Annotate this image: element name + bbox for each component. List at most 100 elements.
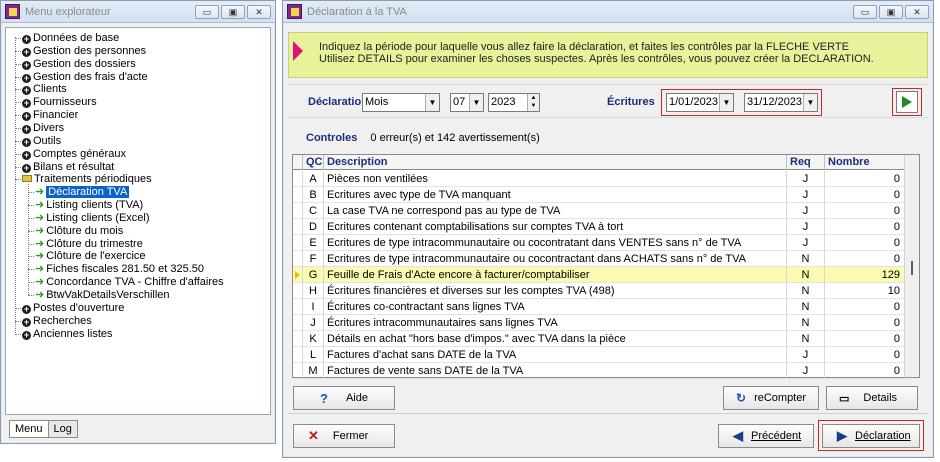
tree-item[interactable]: + Bilans et résultat bbox=[22, 161, 114, 174]
tree-item[interactable]: + Recherches bbox=[22, 315, 92, 328]
tree-item[interactable]: ➜ Clôture du mois bbox=[35, 225, 123, 238]
cell-desc: Ecritures de type intracommunautaire ou … bbox=[324, 235, 787, 251]
tree-item[interactable]: ➜ Fiches fiscales 281.50 et 325.50 bbox=[35, 263, 204, 276]
row-selector[interactable] bbox=[293, 315, 303, 331]
year-spinner[interactable]: 2023 ▲ ▼ bbox=[488, 93, 540, 112]
tree-item[interactable]: + Gestion des frais d'acte bbox=[22, 71, 148, 84]
tree-item[interactable]: + Fournisseurs bbox=[22, 96, 97, 109]
tab-menu[interactable]: Menu bbox=[9, 420, 49, 438]
maximize-button[interactable]: ▣ bbox=[879, 4, 903, 19]
table-row[interactable]: B Ecritures avec type de TVA manquant J 0 bbox=[293, 187, 905, 203]
row-selector[interactable] bbox=[293, 251, 303, 267]
tree-item[interactable]: ➜ Listing clients (Excel) bbox=[35, 212, 150, 225]
tree-item[interactable]: + Comptes généraux bbox=[22, 148, 126, 161]
tree-item[interactable]: + Financier bbox=[22, 109, 78, 122]
tree-item[interactable]: + Clients bbox=[22, 83, 67, 96]
run-controls-button[interactable] bbox=[896, 91, 918, 113]
current-row-indicator-icon[interactable] bbox=[293, 267, 303, 283]
tree-item[interactable]: + Postes d'ouverture bbox=[22, 302, 124, 315]
tree-item[interactable]: + Anciennes listes bbox=[22, 328, 113, 341]
table-row[interactable]: E Ecritures de type intracommunautaire ou… bbox=[293, 235, 905, 251]
cell-qc: H bbox=[303, 283, 324, 299]
green-arrow-icon: ➜ bbox=[35, 263, 45, 276]
minimize-button[interactable]: ▭ bbox=[195, 4, 219, 19]
pink-arrow-icon bbox=[293, 41, 303, 61]
column-header-nombre[interactable]: Nombre bbox=[825, 155, 905, 170]
row-selector[interactable] bbox=[293, 219, 303, 235]
table-row[interactable]: I Écritures co-contractant sans lignes TV… bbox=[293, 299, 905, 315]
tree-item[interactable]: ➜ BtwVakDetailsVerschillen bbox=[35, 289, 170, 302]
tree-item-label: Outils bbox=[33, 134, 62, 147]
fermer-button[interactable]: ✕ Fermer bbox=[293, 424, 395, 448]
tree-item[interactable]: + Données de base bbox=[22, 32, 119, 45]
cell-desc: Factures de vente sans DATE de la TVA bbox=[324, 363, 787, 379]
tree-guide-line bbox=[28, 295, 34, 296]
details-button[interactable]: ▭ Details bbox=[826, 386, 918, 410]
tree-item[interactable]: ➜ Clôture du trimestre bbox=[35, 238, 143, 251]
table-row[interactable]: G Feuille de Frais d'Acte encore à factur… bbox=[293, 267, 905, 283]
tree-item[interactable]: ➜ Déclaration TVA bbox=[35, 186, 130, 199]
table-row[interactable]: F Ecritures de type intracommunautaire ou… bbox=[293, 251, 905, 267]
row-selector[interactable] bbox=[293, 331, 303, 347]
tree-item[interactable]: + Gestion des dossiers bbox=[22, 58, 136, 71]
maximize-button[interactable]: ▣ bbox=[221, 4, 245, 19]
row-selector[interactable] bbox=[293, 363, 303, 379]
tree-item-label: BtwVakDetailsVerschillen bbox=[46, 289, 170, 301]
controls-label: Controles bbox=[306, 132, 358, 144]
table-row[interactable]: M Factures de vente sans DATE de la TVA J 0 bbox=[293, 363, 905, 379]
cell-qc: L bbox=[303, 347, 324, 363]
tree-item-label: Listing clients (Excel) bbox=[46, 211, 150, 224]
app-icon bbox=[5, 4, 20, 19]
tree-guide-line bbox=[15, 140, 21, 142]
period-type-select[interactable]: Mois ▼ bbox=[362, 93, 440, 112]
vat-dialog-titlebar[interactable]: Déclaration à la TVA ▭ ▣ ✕ bbox=[283, 1, 933, 23]
column-header-description[interactable]: Description bbox=[324, 155, 787, 170]
plus-bullet-icon: + bbox=[22, 46, 31, 57]
tree-item[interactable]: ➜ Concordance TVA - Chiffre d'affaires bbox=[35, 276, 224, 289]
tree-item[interactable]: Traitements périodiques bbox=[22, 173, 152, 186]
table-row[interactable]: C La case TVA ne correspond pas au type d… bbox=[293, 203, 905, 219]
row-selector[interactable] bbox=[293, 187, 303, 203]
table-row[interactable]: K Détails en achat "hors base d'impos." a… bbox=[293, 331, 905, 347]
controls-grid[interactable]: QC Description Req Nombre A Pièces non ve… bbox=[292, 154, 920, 379]
minimize-button[interactable]: ▭ bbox=[853, 4, 877, 19]
row-selector[interactable] bbox=[293, 203, 303, 219]
month-select[interactable]: 07 ▼ bbox=[450, 93, 484, 112]
table-row[interactable]: L Factures d'achat sans DATE de la TVA J 0 bbox=[293, 347, 905, 363]
aide-button[interactable]: ? Aide bbox=[293, 386, 395, 410]
close-button[interactable]: ✕ bbox=[905, 4, 929, 19]
table-row[interactable]: A Pièces non ventilées J 0 bbox=[293, 171, 905, 187]
cell-qc: E bbox=[303, 235, 324, 251]
row-selector[interactable] bbox=[293, 299, 303, 315]
tree-item[interactable]: + Outils bbox=[22, 135, 61, 148]
tree-item[interactable]: + Divers bbox=[22, 122, 64, 135]
tree-item[interactable]: + Gestion des personnes bbox=[22, 45, 146, 58]
table-row[interactable]: H Écritures financières et diverses sur l… bbox=[293, 283, 905, 299]
table-row[interactable]: J Écritures intracommunautaires sans lign… bbox=[293, 315, 905, 331]
tab-log[interactable]: Log bbox=[48, 420, 78, 438]
tree-guide-line bbox=[28, 205, 34, 207]
precedent-button[interactable]: ◀ Précédent bbox=[718, 424, 814, 448]
tree-item[interactable]: ➜ Listing clients (TVA) bbox=[35, 199, 143, 212]
declaration-button[interactable]: ▶ Déclaration bbox=[822, 424, 920, 448]
column-header-qc[interactable]: QC bbox=[303, 155, 324, 170]
scrollbar-thumb[interactable] bbox=[911, 261, 913, 275]
menu-tree[interactable]: + Données de base + Gestion des personnes + G… bbox=[5, 27, 271, 415]
date-from-picker[interactable]: 1/01/2023 ▼ bbox=[666, 93, 734, 112]
plus-bullet-icon: + bbox=[22, 59, 31, 70]
grid-scrollbar[interactable] bbox=[904, 155, 919, 377]
tree-item[interactable]: ➜ Clôture de l'exercice bbox=[35, 250, 146, 263]
close-button[interactable]: ✕ bbox=[247, 4, 271, 19]
explorer-titlebar[interactable]: Menu explorateur ▭ ▣ ✕ bbox=[1, 1, 275, 23]
row-selector[interactable] bbox=[293, 171, 303, 187]
table-row[interactable]: D Ecritures contenant comptabilisations s… bbox=[293, 219, 905, 235]
recompter-button[interactable]: ↻ reCompter bbox=[723, 386, 819, 410]
row-selector[interactable] bbox=[293, 347, 303, 363]
green-arrow-icon: ➜ bbox=[35, 289, 45, 301]
row-selector[interactable] bbox=[293, 283, 303, 299]
date-to-picker[interactable]: 31/12/2023 ▼ bbox=[744, 93, 818, 112]
banner-line-2: Utilisez DETAILS pour examiner les chose… bbox=[319, 53, 874, 65]
row-selector[interactable] bbox=[293, 235, 303, 251]
column-header-req[interactable]: Req bbox=[787, 155, 825, 170]
tree-guide-line bbox=[15, 166, 21, 168]
